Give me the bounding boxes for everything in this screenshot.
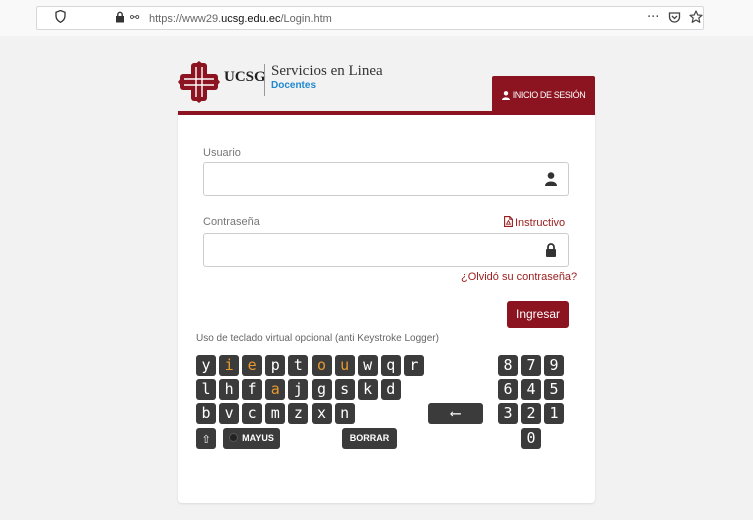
ucsg-logo: UCSG Servicios en Linea Docentes xyxy=(178,58,408,104)
browser-toolbar: ⚯ https://www29.ucsg.edu.ec/Login.htm ··… xyxy=(0,0,753,36)
key-f[interactable]: f xyxy=(242,379,263,400)
key-m[interactable]: m xyxy=(265,403,286,424)
key-t[interactable]: t xyxy=(288,355,309,376)
key-q[interactable]: q xyxy=(380,355,401,376)
key-3[interactable]: 3 xyxy=(498,403,518,424)
caps-indicator-icon xyxy=(229,433,239,442)
key-k[interactable]: k xyxy=(357,379,378,400)
key-x[interactable]: x xyxy=(311,403,332,424)
instructivo-text: Instructivo xyxy=(515,217,566,229)
key-v[interactable]: v xyxy=(219,403,240,424)
usuario-input[interactable] xyxy=(204,163,568,195)
key-7[interactable]: 7 xyxy=(521,355,541,376)
key-c[interactable]: c xyxy=(242,403,263,424)
key-j[interactable]: j xyxy=(288,379,309,400)
contrasena-field[interactable] xyxy=(203,233,569,267)
key-5[interactable]: 5 xyxy=(544,379,564,400)
forgot-password-link[interactable]: ¿Olvidó su contraseña? xyxy=(461,271,577,283)
key-0[interactable]: 0 xyxy=(521,428,541,449)
page-actions-icon[interactable]: ··· xyxy=(647,10,659,26)
user-icon xyxy=(545,172,557,186)
usuario-label: Usuario xyxy=(203,147,241,159)
key-n[interactable]: n xyxy=(334,403,355,424)
ingresar-button[interactable]: Ingresar xyxy=(507,301,569,328)
key-9[interactable]: 9 xyxy=(544,355,564,376)
user-icon xyxy=(501,91,510,101)
logo-divider xyxy=(264,64,265,96)
key-4[interactable]: 4 xyxy=(521,379,541,400)
key-s[interactable]: s xyxy=(334,379,355,400)
ucsg-cross-logo xyxy=(178,61,220,103)
key-2[interactable]: 2 xyxy=(521,403,541,424)
key-b[interactable]: b xyxy=(196,403,216,424)
key-d[interactable]: d xyxy=(380,379,401,400)
key-z[interactable]: z xyxy=(288,403,309,424)
key-a[interactable]: a xyxy=(265,379,286,400)
key-1[interactable]: 1 xyxy=(544,403,564,424)
backspace-key[interactable]: ⟵ xyxy=(428,403,483,424)
url-text[interactable]: https://www29.ucsg.edu.ec/Login.htm xyxy=(149,12,332,26)
bookmark-star-icon[interactable] xyxy=(689,10,703,29)
borrar-key[interactable]: BORRAR xyxy=(342,428,397,449)
contrasena-input[interactable] xyxy=(204,234,568,266)
lock-icon xyxy=(546,243,556,257)
permissions-icon[interactable]: ⚯ xyxy=(130,10,139,26)
key-g[interactable]: g xyxy=(311,379,332,400)
key-8[interactable]: 8 xyxy=(498,355,518,376)
tab-inicio-de-sesion[interactable]: INICIO DE SESIÓN xyxy=(492,76,595,112)
brand-name: UCSG xyxy=(224,69,266,85)
key-o[interactable]: o xyxy=(311,355,332,376)
site-title: Servicios en Linea xyxy=(271,63,383,79)
key-p[interactable]: p xyxy=(265,355,286,376)
pocket-icon[interactable] xyxy=(668,11,681,29)
login-card: Usuario Contraseña Instructivo ¿Olvidó s… xyxy=(178,111,595,503)
instructivo-link[interactable]: Instructivo xyxy=(504,216,565,229)
key-i[interactable]: i xyxy=(219,355,240,376)
lock-icon[interactable] xyxy=(115,11,125,27)
key-w[interactable]: w xyxy=(357,355,378,376)
key-l[interactable]: l xyxy=(196,379,216,400)
key-y[interactable]: y xyxy=(196,355,216,376)
tab-label: INICIO DE SESIÓN xyxy=(512,90,586,100)
mayus-label: MAYUS xyxy=(242,433,274,443)
key-r[interactable]: r xyxy=(403,355,424,376)
address-bar[interactable]: ⚯ https://www29.ucsg.edu.ec/Login.htm ··… xyxy=(36,6,704,30)
virtual-keyboard-label: Uso de teclado virtual opcional (anti Ke… xyxy=(196,333,439,344)
usuario-field[interactable] xyxy=(203,162,569,196)
shield-icon[interactable] xyxy=(55,9,66,27)
contrasena-label: Contraseña xyxy=(203,216,260,228)
shift-key[interactable]: ⇧ xyxy=(196,428,216,449)
pdf-file-icon xyxy=(504,216,513,227)
site-subtitle: Docentes xyxy=(271,80,317,91)
key-h[interactable]: h xyxy=(219,379,240,400)
mayus-key[interactable]: MAYUS xyxy=(223,428,280,449)
key-6[interactable]: 6 xyxy=(498,379,518,400)
key-u[interactable]: u xyxy=(334,355,355,376)
key-e[interactable]: e xyxy=(242,355,263,376)
